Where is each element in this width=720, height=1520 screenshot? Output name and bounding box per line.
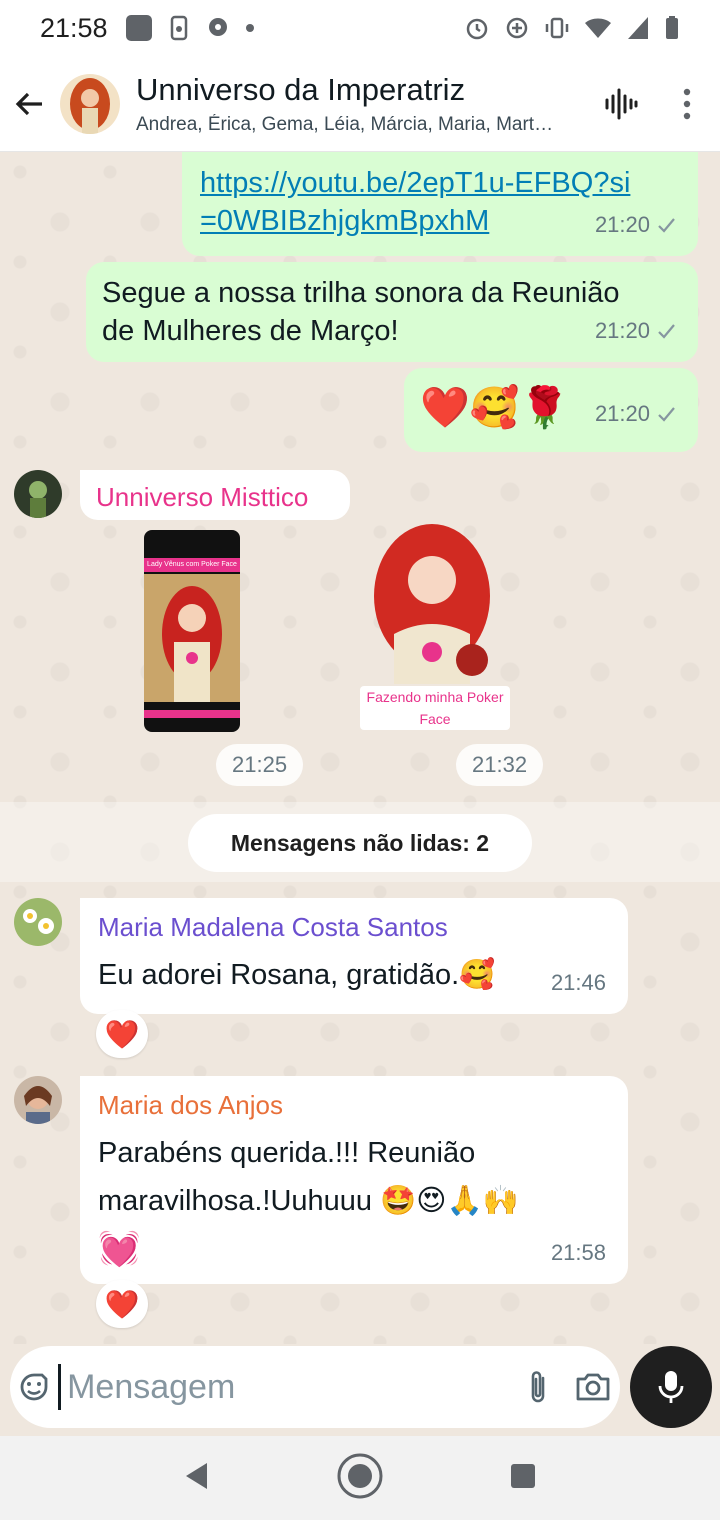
sticker-caption: Lady Vênus com Poker Face	[147, 561, 237, 568]
link-line-2: =0WBIBzhjgkmBpxhM	[200, 205, 490, 237]
more-vert-icon	[683, 88, 691, 119]
nav-home-button[interactable]	[336, 1452, 384, 1505]
sticker-time-2: 21:32	[456, 744, 544, 786]
vibrate-icon	[545, 17, 569, 39]
sender-avatar-misttico[interactable]	[14, 470, 62, 518]
message-meta: 21:58	[551, 1234, 606, 1272]
status-bar: 21:58	[0, 0, 720, 56]
nav-recents-button[interactable]	[509, 1462, 537, 1495]
more-options-button[interactable]	[654, 56, 720, 152]
sticker-caption-line-1: Fazendo minha Poker	[366, 689, 504, 705]
message-line-3: 💓	[98, 1230, 141, 1268]
sender-name: Maria Madalena Costa Santos	[98, 912, 448, 942]
wifi-icon	[585, 18, 611, 38]
more-notifications-dot-icon	[245, 24, 254, 32]
voice-message-button[interactable]	[630, 1346, 712, 1428]
outgoing-link-message[interactable]: https://youtu.be/2epT1u-EFBQ?si =0WBIBzhj…	[182, 152, 698, 256]
message-line-1: Parabéns querida.!!! Reunião	[98, 1137, 476, 1169]
outgoing-text-message[interactable]: Segue a nossa trilha sonora da Reunião d…	[86, 262, 698, 362]
message-input[interactable]	[58, 1364, 511, 1410]
mic-icon	[658, 1371, 684, 1403]
group-name: Unniverso da Imperatriz	[136, 71, 466, 107]
group-avatar[interactable]	[60, 73, 120, 134]
message-line-1: Segue a nossa trilha sonora da Reunião	[102, 277, 620, 309]
message-time: 21:20	[594, 212, 650, 237]
message-time: 21:20	[594, 401, 650, 426]
heart-reaction[interactable]: ❤️	[96, 1280, 148, 1328]
phone-screen-icon	[166, 15, 192, 41]
message-time: 21:46	[550, 970, 606, 995]
chat-titles[interactable]: Unniverso da Imperatriz Andrea, Érica, G…	[136, 72, 588, 136]
emoji-button[interactable]	[10, 1346, 58, 1428]
camera-icon	[576, 1373, 609, 1401]
system-nav-bar	[0, 1436, 720, 1520]
status-right-icons	[464, 15, 680, 41]
alarm-icon	[466, 18, 488, 40]
compose-bar	[0, 1344, 720, 1436]
voice-chat-button[interactable]	[588, 56, 654, 152]
sender-name: Unniverso Misttico	[96, 482, 309, 512]
message-time: 21:58	[550, 1240, 606, 1265]
sent-tick-icon	[658, 407, 675, 422]
sticker-time-1: 21:25	[216, 744, 304, 786]
status-time: 21:58	[40, 12, 108, 43]
chat-bubble-icon	[206, 15, 232, 41]
compose-pill	[10, 1346, 620, 1428]
camera-button[interactable]	[565, 1346, 620, 1428]
unread-messages-label: Mensagens não lidas: 2	[188, 814, 532, 872]
message-line-2: maravilhosa.!Uuhuuu 🤩😍🙏🙌	[98, 1185, 519, 1217]
group-members: Andrea, Érica, Gema, Léia, Márcia, Maria…	[136, 113, 554, 135]
back-arrow-icon	[15, 92, 42, 115]
emoji-text: ❤️🥰🌹	[420, 386, 570, 430]
message-meta: 21:46	[551, 964, 606, 1002]
data-saver-icon	[506, 17, 528, 39]
nav-home-icon	[337, 1453, 383, 1498]
sticker-lady-venus[interactable]: Lady Vênus com Poker Face	[144, 530, 240, 732]
attach-button[interactable]	[510, 1346, 565, 1428]
sent-tick-icon	[658, 324, 675, 339]
nav-back-icon	[185, 1462, 207, 1489]
message-text: Eu adorei Rosana, gratidão.🥰	[98, 959, 496, 991]
sender-name: Maria dos Anjos	[98, 1090, 283, 1120]
link-line-1: https://youtu.be/2epT1u-EFBQ?si	[200, 167, 631, 199]
message-meta: 21:20	[595, 388, 676, 440]
sender-name-bubble: Unniverso Misttico	[80, 470, 350, 520]
outgoing-emoji-message[interactable]: ❤️🥰🌹 21:20	[404, 368, 698, 452]
incoming-message-maria-madalena[interactable]: Maria Madalena Costa Santos Eu adorei Ro…	[80, 898, 628, 1014]
message-meta: 21:20	[595, 312, 676, 350]
signal-icon	[628, 17, 648, 39]
sticker-poker-face[interactable]: Fazendo minha Poker Face	[360, 524, 510, 734]
chat-header: Unniverso da Imperatriz Andrea, Érica, G…	[0, 56, 720, 152]
paperclip-icon	[531, 1371, 544, 1403]
message-meta: 21:20	[595, 206, 676, 244]
app-notification-icon	[125, 15, 152, 41]
message-time: 21:20	[594, 318, 650, 343]
sender-avatar-maria-madalena[interactable]	[14, 898, 62, 946]
battery-icon	[666, 16, 678, 39]
sent-tick-icon	[658, 218, 675, 233]
heart-reaction[interactable]: ❤️	[96, 1010, 148, 1058]
incoming-message-maria-dos-anjos[interactable]: Maria dos Anjos Parabéns querida.!!! Reu…	[80, 1076, 628, 1284]
back-button[interactable]	[0, 56, 60, 152]
nav-back-button[interactable]	[183, 1461, 211, 1496]
sticker-caption-line-2: Face	[419, 711, 451, 727]
emoji-sticker-icon	[20, 1373, 48, 1401]
voice-wave-icon	[605, 88, 638, 119]
nav-recents-icon	[511, 1463, 536, 1488]
chat-messages[interactable]: https://youtu.be/2epT1u-EFBQ?si =0WBIBzhj…	[0, 152, 720, 1344]
sender-avatar-maria-dos-anjos[interactable]	[14, 1076, 62, 1124]
